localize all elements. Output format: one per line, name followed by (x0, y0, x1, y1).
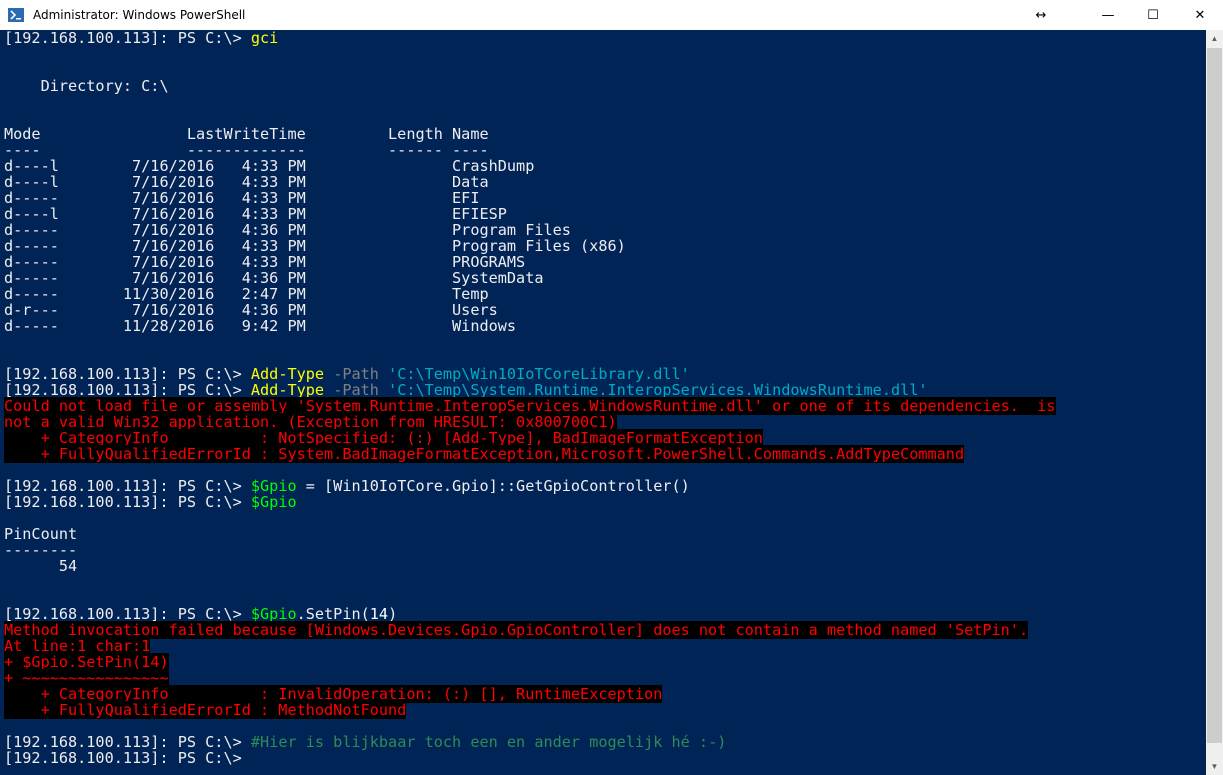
console-line: At line:1 char:1 (4, 637, 1200, 655)
console-line: d-r--- 7/16/2016 4:36 PM Users (4, 302, 1200, 318)
console-output[interactable]: [192.168.100.113]: PS C:\> gci Directory… (4, 30, 1200, 775)
powershell-icon (8, 8, 24, 22)
console-line: d----- 11/30/2016 2:47 PM Temp (4, 286, 1200, 302)
console-text: d----- 11/28/2016 9:42 PM Windows (4, 317, 517, 335)
console-text: gci (250, 30, 279, 47)
console-text: 54 (4, 557, 78, 575)
console-line: 54 (4, 558, 1200, 574)
console-text: #Hier is blijkbaar toch een en ander mog… (250, 733, 727, 751)
console-line: d----l 7/16/2016 4:33 PM CrashDump (4, 158, 1200, 174)
console-text: Directory: C:\ (4, 77, 169, 95)
error-text: + FullyQualifiedErrorId : System.BadImag… (4, 445, 965, 463)
console-line: [192.168.100.113]: PS C:\> #Hier is blij… (4, 734, 1200, 750)
error-text: Method invocation failed because [Window… (4, 621, 1029, 639)
console-line: d----- 7/16/2016 4:36 PM Program Files (4, 222, 1200, 238)
console-line: PinCount (4, 526, 1200, 542)
console-line: [192.168.100.113]: PS C:\> Add-Type -Pat… (4, 382, 1200, 398)
console-text: [192.168.100.113]: PS C:\> (4, 30, 251, 47)
console-text: [192.168.100.113]: PS C:\> (4, 493, 251, 511)
console-line: ---- ------------- ------ ---- (4, 142, 1200, 158)
console-line: d----l 7/16/2016 4:33 PM EFIESP (4, 206, 1200, 222)
console-line: d----l 7/16/2016 4:33 PM Data (4, 174, 1200, 190)
console-line: d----- 7/16/2016 4:36 PM SystemData (4, 270, 1200, 286)
console-text: $Gpio (250, 493, 297, 511)
maximize-button[interactable]: ☐ (1130, 0, 1176, 30)
console-line: Could not load file or assembly 'System.… (4, 397, 1200, 415)
console-text: [192.168.100.113]: PS C:\> (4, 749, 251, 767)
scroll-down-arrow-icon[interactable]: ▼ (1206, 758, 1223, 775)
scrollbar-thumb[interactable] (1207, 48, 1222, 743)
title-bar[interactable]: Administrator: Windows PowerShell ↔ — ☐ … (0, 0, 1223, 30)
console-line: [192.168.100.113]: PS C:\> $Gpio.SetPin(… (4, 606, 1200, 622)
minimize-button[interactable]: — (1085, 0, 1131, 30)
powershell-window: Administrator: Windows PowerShell ↔ — ☐ … (0, 0, 1223, 775)
console-line: + FullyQualifiedErrorId : MethodNotFound (4, 701, 1200, 719)
close-button[interactable]: ✕ (1177, 0, 1223, 30)
console-line: d----- 7/16/2016 4:33 PM EFI (4, 190, 1200, 206)
console-line: -------- (4, 542, 1200, 558)
console-line: d----- 7/16/2016 4:33 PM Program Files (… (4, 238, 1200, 254)
scroll-up-arrow-icon[interactable]: ▲ (1206, 30, 1223, 47)
error-text: + FullyQualifiedErrorId : MethodNotFound (4, 701, 407, 719)
console-line: not a valid Win32 application. (Exceptio… (4, 413, 1200, 431)
console-line: + CategoryInfo : NotSpecified: (:) [Add-… (4, 429, 1200, 447)
console-line: Method invocation failed because [Window… (4, 621, 1200, 639)
console-line: [192.168.100.113]: PS C:\> (4, 750, 1200, 766)
console-text: = [Win10IoTCore.Gpio]::GetGpioController… (296, 477, 690, 495)
console-line: [192.168.100.113]: PS C:\> $Gpio (4, 494, 1200, 510)
console-line: [192.168.100.113]: PS C:\> gci (4, 30, 1200, 46)
console-line: + CategoryInfo : InvalidOperation: (:) [… (4, 685, 1200, 703)
console-line: Mode LastWriteTime Length Name (4, 126, 1200, 142)
console-line: Directory: C:\ (4, 78, 1200, 94)
resize-arrows-icon: ↔ (1035, 7, 1047, 23)
window-title: Administrator: Windows PowerShell (33, 8, 246, 22)
console-line: + $Gpio.SetPin(14) (4, 653, 1200, 671)
console-line: [192.168.100.113]: PS C:\> $Gpio = [Win1… (4, 478, 1200, 494)
vertical-scrollbar[interactable]: ▲ ▼ (1206, 30, 1223, 775)
console-line: d----- 11/28/2016 9:42 PM Windows (4, 318, 1200, 334)
console-line: + FullyQualifiedErrorId : System.BadImag… (4, 445, 1200, 463)
console-line: d----- 7/16/2016 4:33 PM PROGRAMS (4, 254, 1200, 270)
console-line: + ~~~~~~~~~~~~~~~~ (4, 669, 1200, 687)
console-line: [192.168.100.113]: PS C:\> Add-Type -Pat… (4, 366, 1200, 382)
